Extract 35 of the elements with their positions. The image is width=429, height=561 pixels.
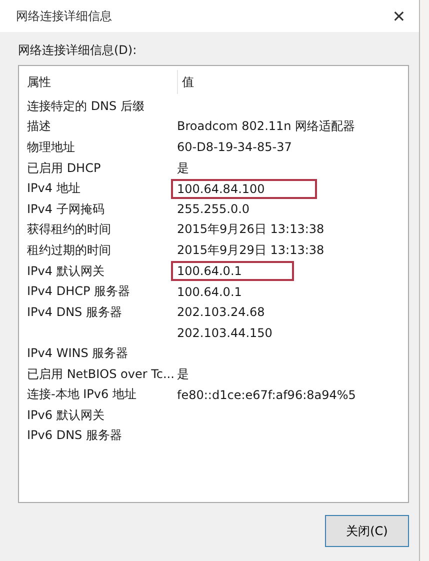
property-value: 202.103.44.150 <box>177 326 272 340</box>
property-name: 连接-本地 IPv6 地址 <box>27 387 136 402</box>
property-name: IPv4 地址 <box>27 181 80 196</box>
property-value: 2015年9月29日 13:13:38 <box>177 242 324 257</box>
property-name: 描述 <box>27 119 51 134</box>
property-name: 连接特定的 DNS 后缀 <box>27 98 144 113</box>
property-name: 获得租约的时间 <box>27 222 111 236</box>
property-value: 是 <box>177 160 189 175</box>
property-name: IPv4 WINS 服务器 <box>27 346 128 360</box>
property-name: IPv4 DNS 服务器 <box>27 304 122 319</box>
column-header[interactable]: 值 <box>178 70 400 94</box>
property-value: 255.255.0.0 <box>177 202 250 216</box>
property-value: 是 <box>177 366 189 381</box>
property-name: 已启用 DHCP <box>27 160 101 175</box>
property-value: 100.64.0.1 <box>177 264 242 278</box>
property-value: 100.64.84.100 <box>177 182 265 196</box>
property-value: fe80::d1ce:e67f:af96:8a94%5 <box>177 388 356 402</box>
property-name: 物理地址 <box>27 140 75 154</box>
property-name: IPv4 DHCP 服务器 <box>27 284 130 298</box>
close-dialog-button[interactable]: 关闭(C) <box>325 515 409 547</box>
property-value: 2015年9月26日 13:13:38 <box>177 222 324 236</box>
property-name: IPv6 DNS 服务器 <box>27 428 122 442</box>
property-name: IPv6 默认网关 <box>27 408 104 422</box>
property-name: IPv4 默认网关 <box>27 264 104 278</box>
property-name: 已启用 NetBIOS over Tc... <box>27 366 174 381</box>
property-name: 租约过期的时间 <box>27 242 111 257</box>
property-value: 60-D8-19-34-85-37 <box>177 140 292 154</box>
close-button[interactable]: ✕ <box>379 1 419 31</box>
property-value: 100.64.0.1 <box>177 284 242 299</box>
property-value: Broadcom 802.11n 网络适配器 <box>177 119 356 134</box>
column-header[interactable]: 属性 <box>27 70 178 94</box>
property-name: IPv4 子网掩码 <box>27 202 104 216</box>
property-value: 202.103.24.68 <box>177 305 265 320</box>
window-title: 网络连接详细信息 <box>16 8 112 24</box>
list-label: 网络连接详细信息(D): <box>18 42 138 59</box>
